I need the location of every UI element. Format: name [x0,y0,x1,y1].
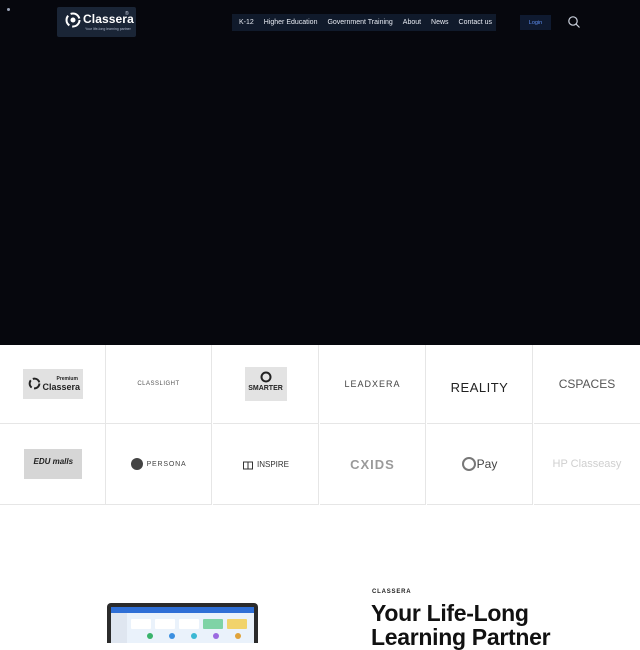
partner-cell[interactable]: Premium Classera [0,345,106,424]
partner-cell[interactable]: INSPIRE [213,424,319,505]
partner-logo-reality: REALITY [450,379,509,395]
partners-grid: Premium Classera CLASSLIGHT SMARTER LEAD… [0,345,640,505]
partner-cell[interactable]: HP Classeasy [534,424,640,505]
pay-mark-icon [461,457,476,471]
nav-item-higher-education[interactable]: Higher Education [264,19,318,26]
section-eyebrow: CLASSERA [372,589,412,595]
partner-logo-classera-premium: Premium Classera [22,369,83,399]
nav-item-about[interactable]: About [403,19,421,26]
brand-tagline: Your life-long learning partner [85,27,131,31]
classera-logo-icon [65,12,81,28]
menu-dot-icon[interactable] [7,8,10,11]
partner-logo-edumalls: EDU malls [23,449,82,479]
login-button[interactable]: Login [520,15,551,30]
smarter-mark-icon [260,371,271,383]
partner-cell[interactable]: CXIDS [320,424,426,505]
intro-section: CLASSERA Your Life-Long Learning Partner [0,505,640,649]
nav-item-k12[interactable]: K-12 [239,19,254,26]
partner-logo-leadxera: LEADXERA [344,379,401,389]
partner-cell[interactable]: REALITY [427,345,533,424]
partner-logo-hp-classeasy: HP Classeasy [552,458,622,470]
dashboard-screenshot [111,607,254,643]
partner-logo-pay: Pay [461,457,497,471]
brand-logo[interactable]: Classera ® Your life-long learning partn… [57,7,136,37]
nav-item-news[interactable]: News [431,19,449,26]
search-icon[interactable] [567,15,581,29]
partner-cell[interactable]: CSPACES [534,345,640,424]
hero-section: Classera ® Your life-long learning partn… [0,0,640,345]
partner-logo-classlight: CLASSLIGHT [137,381,180,387]
partner-logo-persona: PERSONA [130,458,187,470]
persona-mark-icon [130,458,143,470]
partner-cell[interactable]: SMARTER [213,345,319,424]
partner-logo-cxids: CXIDS [350,456,395,472]
section-headline: Your Life-Long Learning Partner [371,600,551,650]
nav-item-government-training[interactable]: Government Training [327,19,392,26]
partner-cell[interactable]: LEADXERA [320,345,426,424]
laptop-mockup-image [107,603,258,643]
partner-logo-smarter: SMARTER [244,367,287,401]
gift-icon [242,461,253,470]
partner-logo-cspaces: CSPACES [558,377,616,391]
registered-mark: ® [125,11,129,17]
classera-logo-icon [28,377,40,390]
main-nav: K-12 Higher Education Government Trainin… [232,14,496,31]
partner-cell[interactable]: CLASSLIGHT [106,345,212,424]
partner-cell[interactable]: EDU malls [0,424,106,505]
nav-item-contact-us[interactable]: Contact us [459,19,492,26]
partner-cell[interactable]: Pay [427,424,533,505]
partner-logo-inspire: INSPIRE [242,458,289,470]
partner-cell[interactable]: PERSONA [106,424,212,505]
